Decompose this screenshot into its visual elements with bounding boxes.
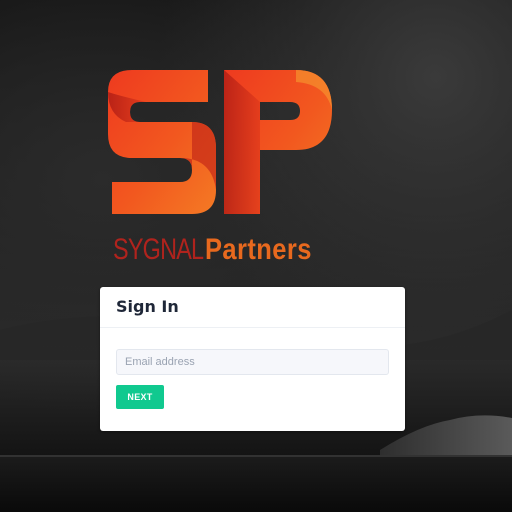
sp-monogram-logo	[108, 70, 332, 214]
brand-logo: SYGNALPartners	[100, 62, 340, 272]
brand-name-sygnal: SYGNAL	[113, 233, 204, 266]
signin-title: Sign In	[116, 297, 179, 316]
signin-card: Sign In NEXT	[100, 287, 405, 431]
next-button[interactable]: NEXT	[116, 385, 164, 409]
signin-card-header: Sign In	[100, 287, 405, 328]
brand-name-partners: Partners	[204, 233, 312, 266]
brand-wordmark: SYGNALPartners	[113, 230, 330, 270]
email-field[interactable]	[116, 349, 389, 375]
